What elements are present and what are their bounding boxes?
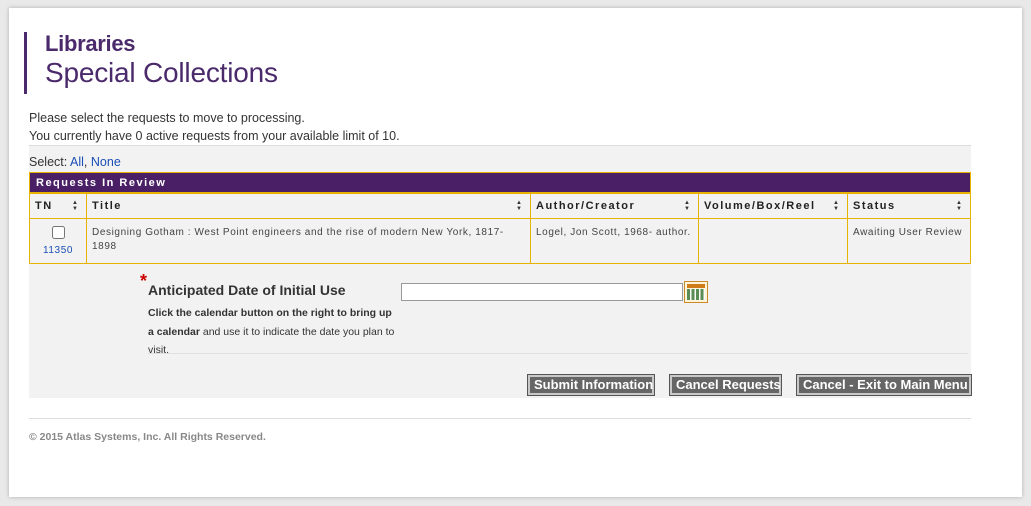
table-row: 11350 Designing Gotham : West Point engi…	[29, 218, 971, 264]
column-header-title[interactable]: Title▲▲▼	[86, 193, 531, 219]
transaction-number-link[interactable]: 11350	[35, 244, 81, 258]
date-form: * Anticipated Date of Initial Use Click …	[140, 271, 968, 356]
requests-table: TN▲▲▼ Title▲▲▼ Author/Creator▲▲▼ Volume/…	[29, 193, 971, 264]
date-help-text: Click the calendar button on the right t…	[148, 304, 398, 360]
requests-panel: Requests In Review TN▲▲▼ Title▲▲▼ Author…	[29, 172, 972, 398]
libraries-logo[interactable]: Libraries Special Collections	[24, 32, 278, 94]
intro-instruction: Please select the requests to move to pr…	[29, 111, 305, 125]
sort-both-icon: ▲▲▼	[684, 200, 690, 212]
cell-tn: 11350	[29, 218, 87, 264]
column-header-volume[interactable]: Volume/Box/Reel▲▲▼	[698, 193, 848, 219]
select-label: Select:	[29, 155, 68, 169]
sort-both-icon: ▲▲▼	[72, 200, 78, 212]
column-header-status[interactable]: Status▲▲▼	[847, 193, 971, 219]
select-row: Select: All, None	[29, 145, 971, 173]
row-select-checkbox[interactable]	[51, 226, 65, 239]
logo-line-libraries: Libraries	[45, 31, 136, 56]
cell-status: Awaiting User Review	[847, 218, 971, 264]
column-header-author[interactable]: Author/Creator▲▲▼	[530, 193, 699, 219]
action-buttons: Submit Information Cancel Requests Cance…	[29, 374, 972, 396]
intro-text: Please select the requests to move to pr…	[29, 109, 400, 145]
cancel-requests-button[interactable]: Cancel Requests	[669, 374, 782, 396]
select-separator: ,	[83, 155, 88, 169]
date-label: Anticipated Date of Initial Use	[148, 282, 346, 298]
requests-table-heading: Requests In Review	[29, 172, 971, 193]
calendar-icon[interactable]	[684, 281, 708, 303]
page: Libraries Special Collections Please sel…	[9, 8, 1022, 497]
column-header-tn[interactable]: TN▲▲▼	[29, 193, 87, 219]
select-none-link[interactable]: None	[91, 155, 121, 169]
sort-both-icon: ▲▲▼	[956, 200, 962, 212]
cell-volume	[698, 218, 848, 264]
sort-both-icon: ▲▲▼	[833, 200, 839, 212]
cell-title: Designing Gotham : West Point engineers …	[86, 218, 531, 264]
sort-both-icon: ▲▲▼	[516, 200, 522, 212]
select-all-link[interactable]: All	[70, 155, 84, 169]
active-requests-count: You currently have 0 active requests fro…	[29, 129, 400, 143]
footer-copyright: © 2015 Atlas Systems, Inc. All Rights Re…	[29, 431, 266, 443]
required-marker: *	[140, 271, 148, 291]
footer-divider	[29, 418, 971, 419]
logo-line-special-collections: Special Collections	[45, 57, 278, 88]
submit-information-button[interactable]: Submit Information	[527, 374, 655, 396]
date-input[interactable]	[401, 283, 683, 301]
select-controls: Select: All, None	[29, 155, 121, 169]
cancel-exit-button[interactable]: Cancel - Exit to Main Menu	[796, 374, 972, 396]
cell-author: Logel, Jon Scott, 1968- author.	[530, 218, 699, 264]
